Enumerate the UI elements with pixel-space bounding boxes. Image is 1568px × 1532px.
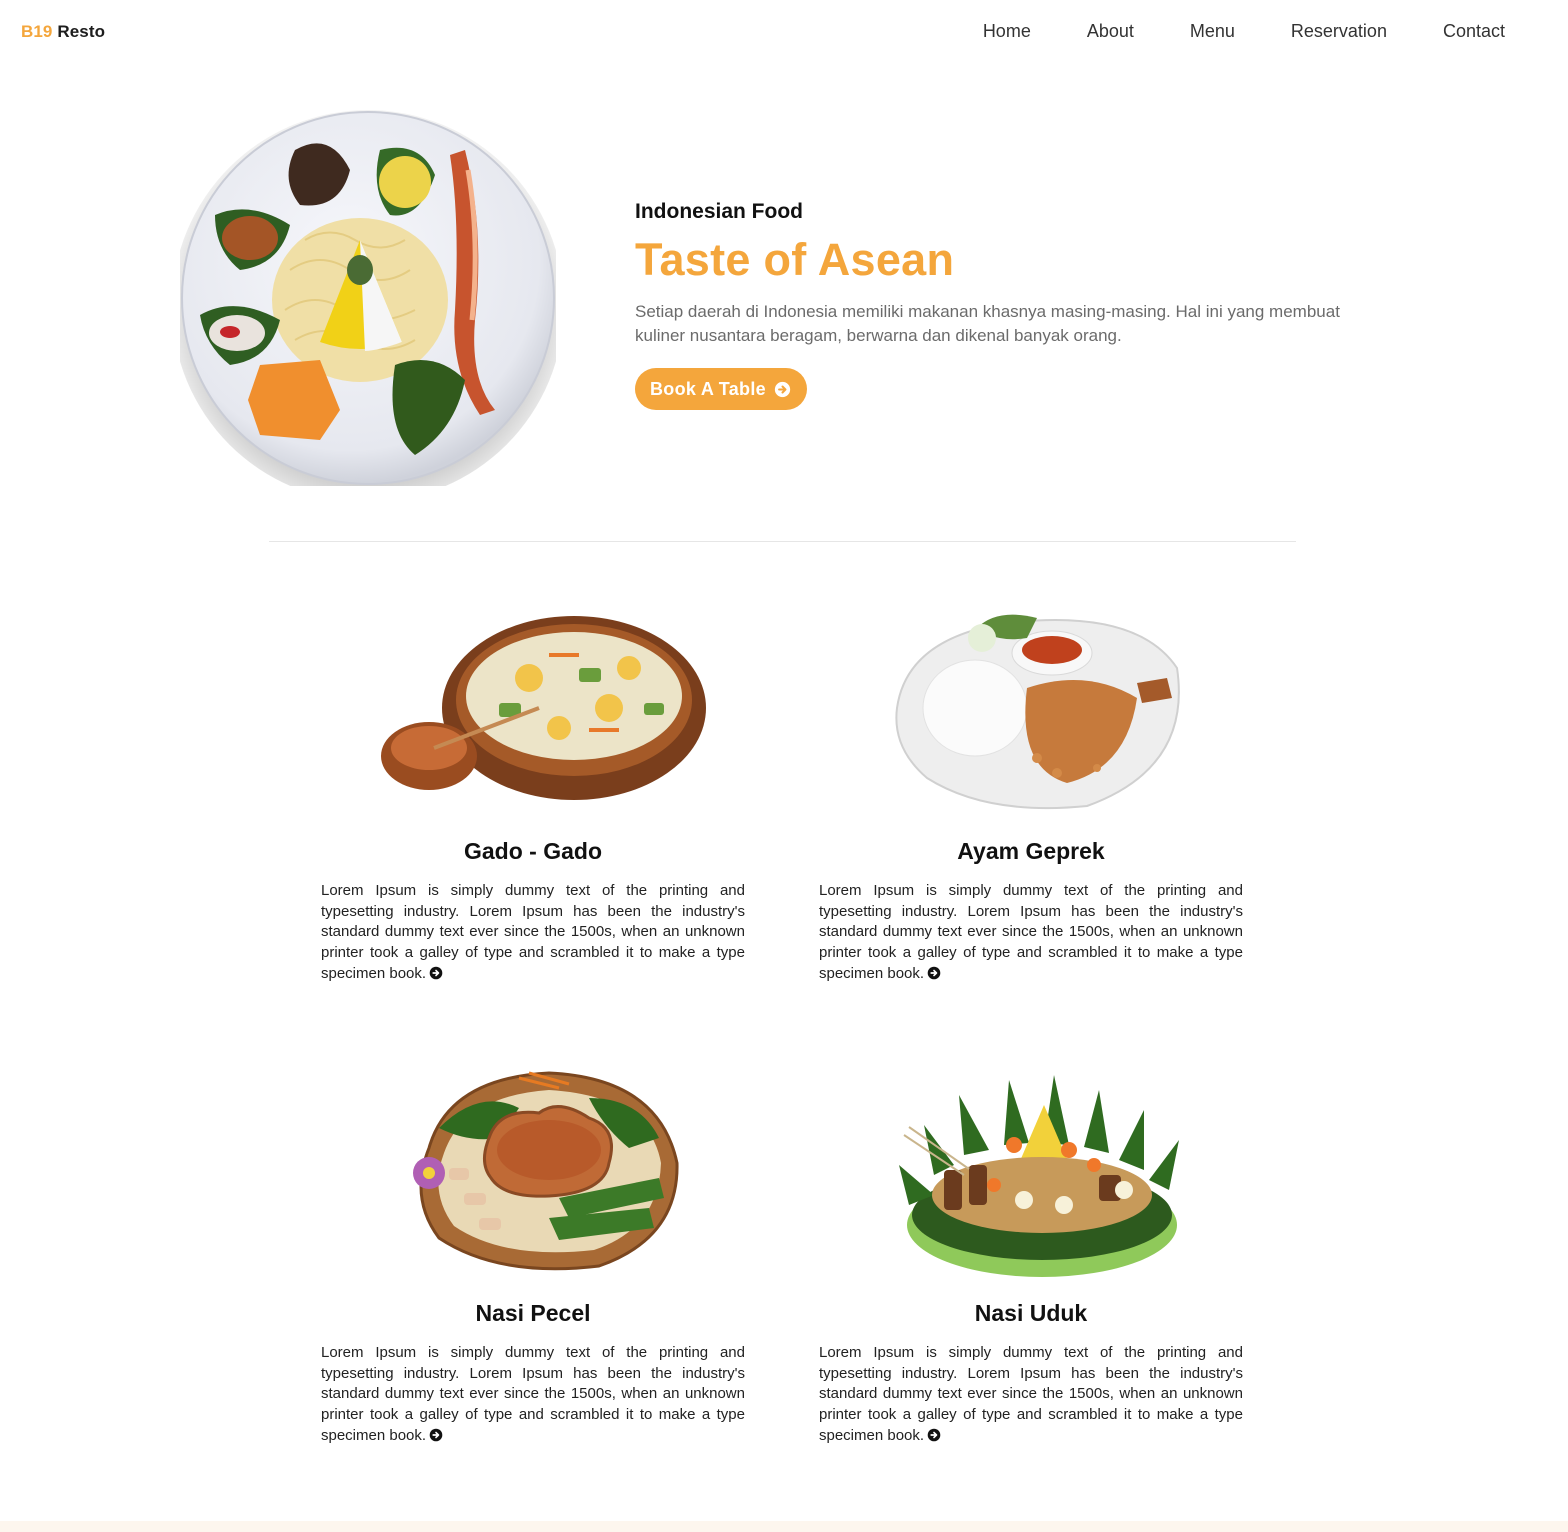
arrow-circle-right-icon [774, 381, 791, 397]
hero-plate-image [172, 110, 564, 502]
menu-card: Nasi Pecel Lorem Ipsum is simply dummy t… [321, 1060, 745, 1460]
nav-link-home[interactable]: Home [983, 21, 1031, 42]
nav-links: Home About Menu Reservation Contact [927, 21, 1505, 42]
brand-accent: B19 [21, 22, 53, 41]
menu-card: Ayam Geprek Lorem Ipsum is simply dummy … [819, 598, 1243, 998]
navbar: B19 Resto Home About Menu Reservation Co… [0, 0, 1568, 64]
book-table-button[interactable]: Book A Table [635, 368, 807, 410]
menu-item-description: Lorem Ipsum is simply dummy text of the … [321, 881, 745, 985]
menu-card: Nasi Uduk Lorem Ipsum is simply dummy te… [819, 1060, 1243, 1460]
arrow-circle-right-icon[interactable] [927, 1428, 941, 1442]
hero-title: Taste of Asean [635, 234, 955, 285]
menu-item-description: Lorem Ipsum is simply dummy text of the … [321, 1343, 745, 1447]
nasi-pecel-image [413, 1071, 679, 1271]
menu-item-title: Gado - Gado [464, 838, 602, 864]
nasi-uduk-image [899, 1075, 1179, 1277]
hero-subtitle: Indonesian Food [635, 200, 803, 223]
menu-item-description-text: Lorem Ipsum is simply dummy text of the … [321, 1344, 745, 1444]
arrow-circle-right-icon[interactable] [927, 966, 941, 980]
menu-item-description: Lorem Ipsum is simply dummy text of the … [819, 881, 1243, 985]
ayam-geprek-image [895, 614, 1180, 810]
arrow-circle-right-icon[interactable] [429, 1428, 443, 1442]
book-table-label: Book A Table [650, 378, 766, 399]
footer-strip [0, 1521, 1568, 1532]
nav-link-reservation[interactable]: Reservation [1291, 21, 1387, 42]
menu-card: Gado - Gado Lorem Ipsum is simply dummy … [321, 598, 745, 998]
arrow-circle-right-icon[interactable] [429, 966, 443, 980]
nav-link-menu[interactable]: Menu [1190, 21, 1235, 42]
menu-item-title: Nasi Uduk [974, 1300, 1088, 1326]
menu-item-description: Lorem Ipsum is simply dummy text of the … [819, 1343, 1243, 1447]
hero-section: Indonesian Food Taste of Asean Setiap da… [635, 200, 1355, 410]
menu-item-description-text: Lorem Ipsum is simply dummy text of the … [819, 882, 1243, 982]
brand-name: Resto [57, 22, 106, 41]
brand-logo[interactable]: B19 Resto [21, 22, 105, 42]
gado-gado-image [381, 616, 706, 800]
nav-link-about[interactable]: About [1087, 21, 1134, 42]
section-divider [269, 541, 1296, 542]
menu-item-description-text: Lorem Ipsum is simply dummy text of the … [321, 882, 745, 982]
menu-item-title: Nasi Pecel [475, 1300, 591, 1326]
hero-description: Setiap daerah di Indonesia memiliki maka… [635, 302, 1340, 345]
menu-item-description-text: Lorem Ipsum is simply dummy text of the … [819, 1344, 1243, 1444]
menu-item-title: Ayam Geprek [957, 838, 1105, 864]
nav-link-contact[interactable]: Contact [1443, 21, 1505, 42]
